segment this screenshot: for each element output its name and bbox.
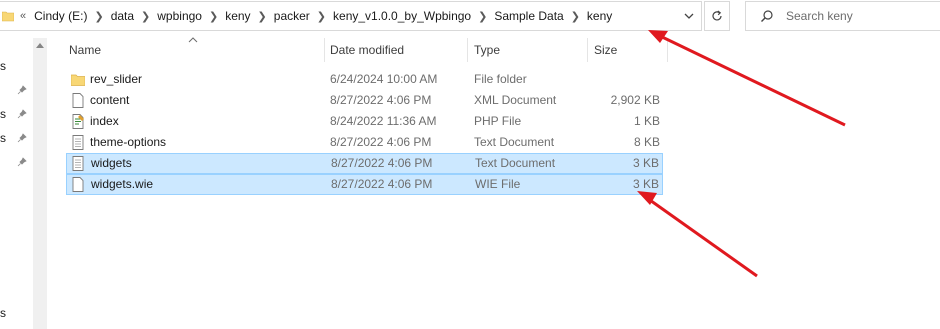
column-divider[interactable] (667, 38, 668, 62)
file-name[interactable]: theme-options (90, 132, 166, 153)
chevron-right-icon[interactable]: ❯ (89, 10, 108, 23)
text-file-icon (72, 135, 84, 150)
nav-scrollbar[interactable] (33, 38, 47, 329)
file-date: 8/27/2022 4:06 PM (331, 177, 433, 191)
pin-icon[interactable] (17, 133, 27, 143)
file-row[interactable]: content 8/27/2022 4:06 PM XML Document 2… (66, 90, 663, 111)
column-header-type[interactable]: Type (474, 38, 500, 62)
chevron-right-icon[interactable]: ❯ (312, 10, 331, 23)
file-name[interactable]: index (90, 111, 119, 132)
file-date: 8/27/2022 4:06 PM (331, 156, 433, 170)
chevron-right-icon[interactable]: ❯ (473, 10, 492, 23)
breadcrumb-item-data[interactable]: data (109, 9, 136, 23)
file-row[interactable]: index 8/24/2022 11:36 AM PHP File 1 KB (66, 111, 663, 132)
breadcrumb-item-packer[interactable]: packer (272, 9, 312, 23)
file-size: 3 KB (632, 156, 659, 170)
search-box[interactable]: Search keny (745, 1, 940, 31)
column-header-name[interactable]: Name (69, 38, 101, 62)
file-row[interactable]: rev_slider 6/24/2024 10:00 AM File folde… (66, 69, 663, 90)
file-type: WIE File (475, 177, 521, 191)
address-bar[interactable]: « Cindy (E:) ❯ data ❯ wpbingo ❯ keny ❯ p… (0, 1, 702, 31)
file-type: PHP File (474, 114, 522, 128)
document-icon (72, 93, 84, 108)
file-date: 8/27/2022 4:06 PM (330, 93, 432, 107)
search-input[interactable]: Search keny (786, 9, 853, 23)
breadcrumb-item-wpbingo[interactable]: wpbingo (155, 9, 204, 23)
file-row-selected[interactable]: widgets 8/27/2022 4:06 PM Text Document … (66, 153, 663, 174)
file-size: 2,902 KB (610, 93, 660, 107)
php-file-icon (72, 114, 84, 129)
chevron-right-icon[interactable]: ❯ (136, 10, 155, 23)
navigation-pane: s s s s (0, 38, 34, 329)
breadcrumb-item-keny[interactable]: keny (223, 9, 252, 23)
annotation-arrow-icon (637, 191, 758, 278)
nav-item-label[interactable]: s (0, 107, 6, 121)
file-type: File folder (474, 72, 527, 86)
pin-icon[interactable] (17, 109, 27, 119)
document-icon (72, 177, 84, 192)
column-header-date[interactable]: Date modified (330, 38, 404, 62)
file-row-selected[interactable]: widgets.wie 8/27/2022 4:06 PM WIE File 3… (66, 174, 663, 195)
breadcrumb-item-version[interactable]: keny_v1.0.0_by_Wpbingo (331, 9, 473, 23)
chevron-right-icon[interactable]: ❯ (566, 10, 585, 23)
file-size: 3 KB (632, 177, 659, 191)
breadcrumb-item-sample-data[interactable]: Sample Data (492, 9, 565, 23)
file-type: Text Document (475, 156, 556, 170)
text-file-icon (72, 156, 84, 171)
pin-icon[interactable] (17, 157, 27, 167)
nav-item-label[interactable]: s (0, 306, 6, 320)
nav-item-label[interactable]: s (0, 59, 6, 73)
chevron-down-icon[interactable] (683, 10, 695, 22)
sort-ascending-icon (188, 37, 198, 43)
refresh-button[interactable] (704, 1, 730, 31)
folder-icon (2, 11, 14, 22)
file-type: Text Document (474, 135, 555, 149)
search-icon (761, 10, 773, 22)
pin-icon[interactable] (17, 85, 27, 95)
file-size: 1 KB (633, 114, 660, 128)
refresh-icon (712, 10, 722, 21)
file-type: XML Document (474, 93, 557, 107)
column-divider[interactable] (324, 38, 325, 62)
file-date: 8/27/2022 4:06 PM (330, 135, 432, 149)
file-name[interactable]: content (90, 90, 129, 111)
column-divider[interactable] (467, 38, 468, 62)
chevron-right-icon[interactable]: ❯ (253, 10, 272, 23)
annotation-arrow-icon (648, 30, 846, 127)
file-row[interactable]: theme-options 8/27/2022 4:06 PM Text Doc… (66, 132, 663, 153)
nav-item-label[interactable]: s (0, 131, 6, 145)
breadcrumb-item-drive[interactable]: Cindy (E:) (32, 9, 89, 23)
folder-icon (71, 74, 85, 86)
file-size: 8 KB (633, 135, 660, 149)
chevron-right-icon[interactable]: ❯ (204, 10, 223, 23)
file-name[interactable]: rev_slider (90, 69, 142, 90)
file-date: 6/24/2024 10:00 AM (330, 72, 438, 86)
breadcrumb-overflow[interactable]: « (20, 10, 32, 22)
chevron-up-icon[interactable] (36, 42, 44, 48)
column-divider[interactable] (587, 38, 588, 62)
file-name[interactable]: widgets.wie (91, 174, 153, 195)
breadcrumb: Cindy (E:) ❯ data ❯ wpbingo ❯ keny ❯ pac… (32, 9, 614, 23)
column-header-size[interactable]: Size (594, 38, 617, 62)
file-name[interactable]: widgets (91, 153, 132, 174)
breadcrumb-item-current[interactable]: keny (585, 9, 614, 23)
file-date: 8/24/2022 11:36 AM (330, 114, 437, 128)
